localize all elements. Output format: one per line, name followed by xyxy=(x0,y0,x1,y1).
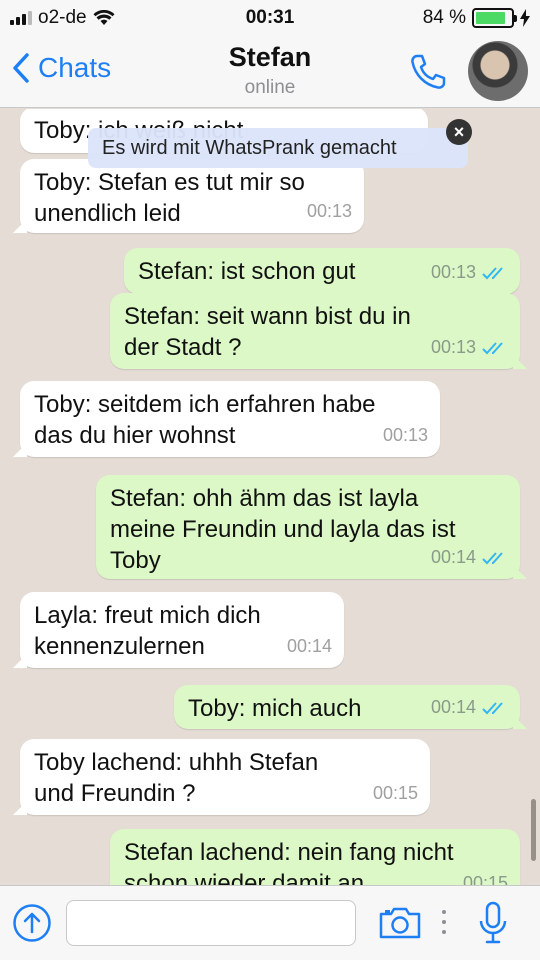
message-text: Layla: freut mich dich kennenzulernen xyxy=(34,602,261,660)
read-receipt-icon xyxy=(482,551,503,564)
battery-percent: 84 % xyxy=(422,7,466,28)
message-text: Stefan lachend: nein fang nicht schon wi… xyxy=(124,839,454,885)
microphone-icon xyxy=(479,901,507,944)
scrollbar[interactable] xyxy=(531,799,536,861)
battery-icon xyxy=(472,8,517,28)
banner-text: Es wird mit WhatsPrank gemacht xyxy=(102,137,397,159)
message-text: Toby: seitdem ich erfahren habe das du h… xyxy=(34,391,376,449)
input-bar xyxy=(0,885,540,960)
message-bubble[interactable]: Stefan: ohh ähm das ist layla meine Freu… xyxy=(96,475,520,579)
microphone-button[interactable] xyxy=(478,901,508,950)
message-time: 00:13 xyxy=(306,201,352,221)
message-time: 00:14 xyxy=(430,547,476,567)
phone-icon xyxy=(411,54,446,89)
message-bubble[interactable]: Toby: Stefan es tut mir so unendlich lei… xyxy=(20,159,364,233)
contact-name: Stefan xyxy=(228,42,312,72)
message-time: 00:13 xyxy=(430,337,476,357)
message-input[interactable] xyxy=(66,900,356,946)
call-button[interactable] xyxy=(408,52,448,97)
read-receipt-icon xyxy=(482,341,503,354)
close-icon[interactable]: × xyxy=(446,119,472,145)
message-bubble[interactable]: Toby: mich auch 00:14 xyxy=(174,685,520,729)
read-receipt-icon xyxy=(482,266,503,279)
contact-status: online xyxy=(244,77,296,98)
message-time: 00:15 xyxy=(372,783,418,803)
chat-header: Chats Stefan online xyxy=(0,36,540,108)
upload-icon xyxy=(13,904,51,942)
message-time: 00:14 xyxy=(430,697,476,717)
message-bubble[interactable]: Stefan: ist schon gut 00:13 xyxy=(124,248,520,294)
message-text: Toby: Stefan es tut mir so unendlich lei… xyxy=(34,169,305,227)
message-time: 00:15 xyxy=(462,873,508,885)
message-bubble[interactable]: Stefan: seit wann bist du in der Stadt ?… xyxy=(110,293,520,369)
message-text: Toby lachend: uhhh Stefan und Freundin ? xyxy=(34,749,319,807)
camera-button[interactable] xyxy=(378,906,422,945)
message-time: 00:14 xyxy=(286,636,332,656)
avatar[interactable] xyxy=(468,41,528,101)
camera-icon xyxy=(379,907,421,939)
charging-icon xyxy=(520,9,530,27)
message-list[interactable]: Toby: ich weiß nicht Toby: Stefan es tut… xyxy=(0,109,540,885)
contact-info[interactable]: Stefan online xyxy=(0,42,540,99)
prank-banner: Es wird mit WhatsPrank gemacht xyxy=(88,128,468,168)
message-bubble[interactable]: Toby: seitdem ich erfahren habe das du h… xyxy=(20,381,440,457)
message-time: 00:13 xyxy=(430,262,476,282)
more-dots-icon[interactable] xyxy=(442,910,446,934)
message-bubble[interactable]: Layla: freut mich dich kennenzulernen 00… xyxy=(20,592,344,668)
message-bubble[interactable]: Stefan lachend: nein fang nicht schon wi… xyxy=(110,829,520,885)
message-bubble[interactable]: Toby lachend: uhhh Stefan und Freundin ?… xyxy=(20,739,430,815)
status-bar: o2-de 00:31 84 % xyxy=(0,0,540,36)
read-receipt-icon xyxy=(482,701,503,714)
attach-button[interactable] xyxy=(12,903,52,948)
message-time: 00:13 xyxy=(382,425,428,445)
